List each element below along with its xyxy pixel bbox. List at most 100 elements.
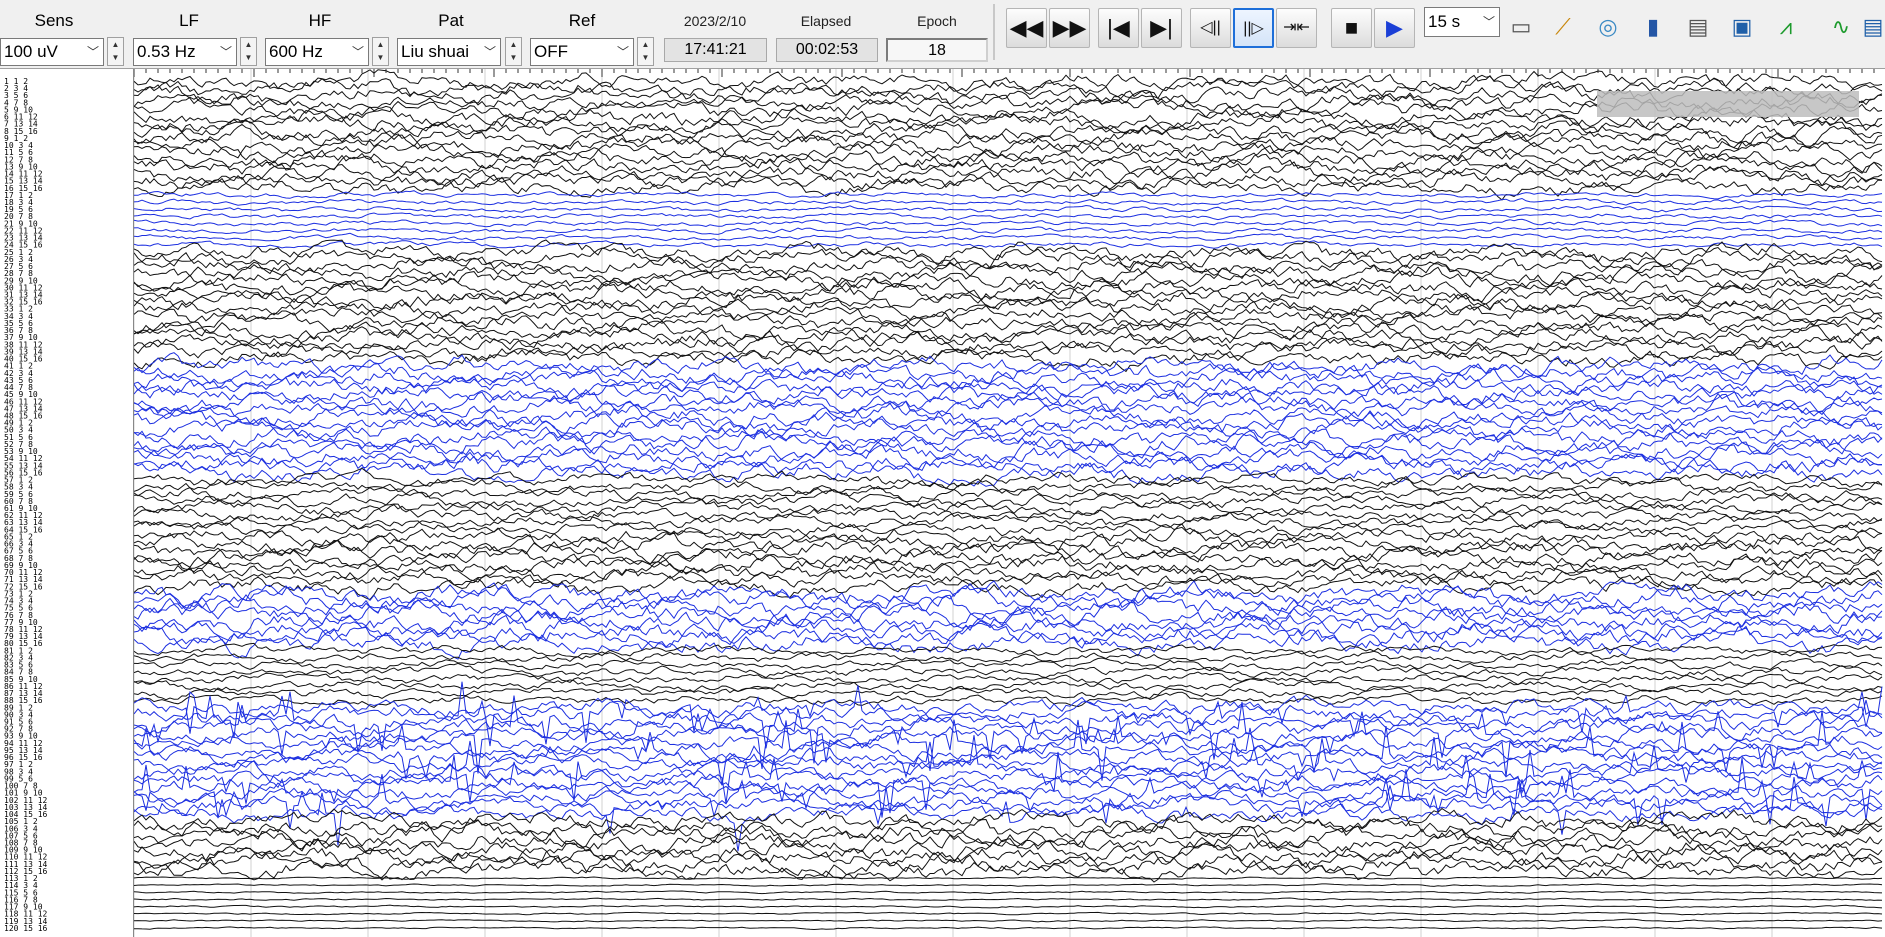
up-arrow-icon[interactable]: ▲: [506, 38, 521, 51]
print-icon[interactable]: ▤: [1679, 7, 1717, 47]
eeg-channel-trace: [134, 511, 1883, 531]
ref-label: Ref: [568, 11, 596, 30]
record-time: 17:41:21: [664, 38, 767, 62]
patient-select[interactable]: Liu shuai ﹀: [397, 38, 501, 66]
top-control-bar: Sens 100 uV ﹀ ▲ ▼ LF 0.53 Hz ﹀ ▲ ▼ HF 600 Hz…: [0, 0, 1885, 69]
split-marker-icon: ⇥⇤: [1283, 19, 1310, 36]
down-arrow-icon[interactable]: ▼: [373, 51, 388, 64]
eeg-channel-trace: [134, 423, 1883, 450]
timebase-select[interactable]: 15 s ﹀: [1424, 7, 1500, 37]
chart-tool-icon[interactable]: ⟋: [1544, 7, 1582, 47]
eeg-channel-trace: [134, 883, 1883, 887]
eeg-channel-trace: [134, 451, 1883, 481]
epoch-label: Epoch: [917, 13, 957, 29]
eeg-channel-trace: [134, 685, 1883, 701]
lf-spinner[interactable]: ▲ ▼: [240, 37, 257, 66]
eeg-channel-trace: [134, 316, 1883, 342]
up-arrow-icon[interactable]: ▲: [638, 38, 653, 51]
step-forward-icon: ||▷: [1243, 20, 1264, 37]
stop-button[interactable]: ■: [1331, 8, 1372, 48]
ref-spinner[interactable]: ▲ ▼: [637, 37, 654, 66]
down-arrow-icon[interactable]: ▼: [241, 51, 256, 64]
chevron-down-icon: ﹀: [351, 45, 364, 59]
eeg-channel-trace: [134, 336, 1883, 363]
fast-forward-button[interactable]: ▶▶: [1049, 8, 1090, 48]
eeg-channel-trace: [134, 218, 1883, 228]
info-icon[interactable]: ▮: [1634, 7, 1672, 47]
eeg-channel-trace: [134, 890, 1883, 895]
chevron-down-icon: ﹀: [616, 45, 629, 59]
eeg-channel-trace: [134, 190, 1883, 200]
eeg-channel-trace: [134, 897, 1883, 902]
eeg-channel-trace: [134, 769, 1883, 825]
eeg-channel-trace: [134, 226, 1883, 235]
eeg-channel-trace: [134, 691, 1883, 708]
step-back-button[interactable]: ◁||: [1190, 8, 1231, 48]
eeg-channel-trace: [134, 726, 1883, 780]
montage-icon[interactable]: ◎: [1589, 7, 1627, 47]
eeg-channel-trace: [134, 382, 1883, 408]
eeg-channel-trace: [134, 483, 1883, 503]
channel-labels: 1 1 22 3 43 5 64 7 85 9 106 11 127 13 14…: [4, 77, 48, 933]
eeg-channel-trace: [134, 266, 1883, 292]
down-arrow-icon[interactable]: ▼: [506, 51, 521, 64]
eeg-channel-trace: [134, 551, 1883, 576]
eeg-channel-trace: [134, 212, 1883, 221]
chevron-down-icon: ﹀: [483, 45, 496, 59]
eeg-traces[interactable]: [134, 69, 1885, 937]
epoch-field[interactable]: 18: [886, 38, 988, 62]
up-arrow-icon[interactable]: ▲: [241, 38, 256, 51]
signal-icon[interactable]: ∿: [1822, 7, 1860, 47]
eeg-channel-trace: [134, 410, 1883, 435]
eeg-channel-trace: [134, 141, 1883, 164]
down-arrow-icon[interactable]: ▼: [638, 51, 653, 64]
eeg-channel-trace: [134, 204, 1883, 214]
eeg-channel-trace: [134, 531, 1883, 555]
ref-select[interactable]: OFF ﹀: [530, 38, 634, 66]
eeg-channel-trace: [134, 374, 1883, 400]
eeg-channel-trace: [134, 911, 1883, 916]
step-back-icon: ◁||: [1200, 19, 1221, 36]
split-marker-button[interactable]: ⇥⇤: [1276, 8, 1317, 48]
play-icon: ▶: [1386, 15, 1403, 40]
overlay-caption-box: [1597, 91, 1859, 117]
export-icon[interactable]: ▤: [1862, 7, 1884, 47]
photo-icon[interactable]: ▣: [1723, 7, 1761, 47]
go-to-start-button[interactable]: |◀: [1098, 8, 1139, 48]
spectrum-icon[interactable]: ⩘: [1767, 7, 1805, 47]
elapsed-time: 00:02:53: [776, 38, 878, 62]
down-arrow-icon[interactable]: ▼: [108, 51, 123, 64]
chevron-down-icon: ﹀: [1482, 15, 1495, 29]
eeg-channel-trace: [134, 627, 1883, 660]
chevron-down-icon: ﹀: [219, 45, 232, 59]
save-icon[interactable]: ▭: [1502, 7, 1540, 47]
eeg-channel-trace: [134, 777, 1883, 834]
eeg-channel-trace: [134, 232, 1883, 242]
pat-spinner[interactable]: ▲ ▼: [505, 37, 522, 66]
rewind-button[interactable]: ◀◀: [1006, 8, 1047, 48]
hf-label: HF: [308, 11, 332, 30]
lf-select[interactable]: 0.53 Hz ﹀: [133, 38, 237, 66]
fast-forward-icon: ▶▶: [1052, 15, 1087, 40]
rewind-icon: ◀◀: [1009, 15, 1044, 40]
hf-select[interactable]: 600 Hz ﹀: [265, 38, 369, 66]
step-forward-button[interactable]: ||▷: [1233, 8, 1274, 48]
play-button[interactable]: ▶: [1374, 8, 1415, 48]
eeg-channel-trace: [134, 841, 1883, 871]
eeg-channel-trace: [134, 119, 1883, 144]
eeg-channel-trace: [134, 701, 1883, 763]
sens-spinner[interactable]: ▲ ▼: [107, 37, 124, 66]
eeg-channel-trace: [134, 252, 1883, 280]
eeg-channel-trace: [134, 606, 1883, 638]
up-arrow-icon[interactable]: ▲: [373, 38, 388, 51]
eeg-trace-area[interactable]: [134, 69, 1885, 937]
hf-spinner[interactable]: ▲ ▼: [372, 37, 389, 66]
eeg-channel-trace: [134, 197, 1883, 206]
sens-select[interactable]: 100 uV ﹀: [0, 38, 104, 66]
eeg-channel-trace: [134, 123, 1883, 150]
chevron-down-icon: ﹀: [86, 45, 99, 59]
go-to-end-button[interactable]: ▶|: [1141, 8, 1182, 48]
go-to-end-icon: ▶|: [1150, 15, 1173, 40]
up-arrow-icon[interactable]: ▲: [108, 38, 123, 51]
eeg-channel-trace: [134, 751, 1883, 818]
